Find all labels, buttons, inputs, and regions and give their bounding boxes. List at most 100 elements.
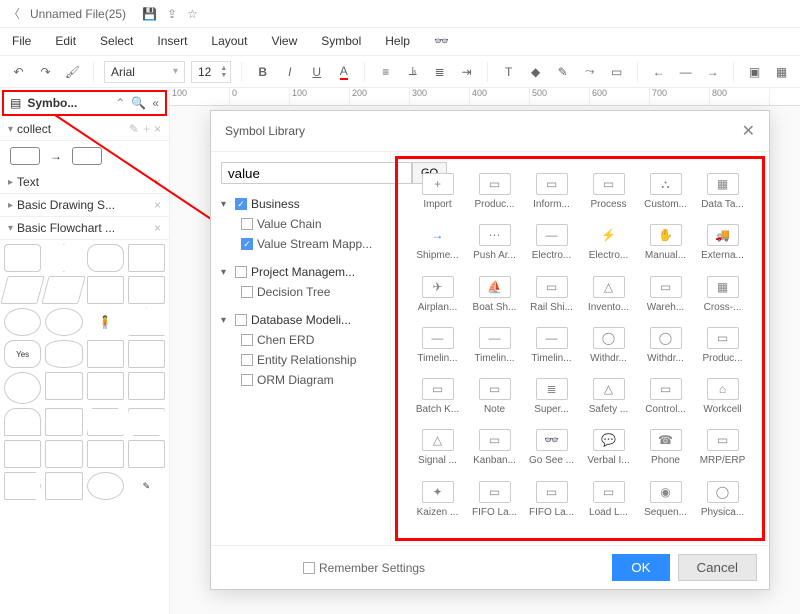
menu-edit[interactable]: Edit xyxy=(55,34,76,49)
shape[interactable] xyxy=(45,408,82,436)
symbol-item[interactable]: ▭Control... xyxy=(638,376,693,423)
symbol-item[interactable]: 👓Go See ... xyxy=(524,427,579,474)
symbol-item[interactable]: ▭Wareh... xyxy=(638,274,693,321)
italic-icon[interactable]: I xyxy=(279,61,300,83)
shape[interactable]: Yes xyxy=(4,340,41,368)
symbol-item[interactable]: ◯Physica... xyxy=(695,479,750,526)
sidebar-text[interactable]: ▸Text× xyxy=(0,171,169,194)
shape[interactable] xyxy=(87,440,124,468)
symbol-item[interactable]: ⛬Custom... xyxy=(638,171,693,218)
symbol-item[interactable]: ▭Inform... xyxy=(524,171,579,218)
shape[interactable] xyxy=(128,244,165,272)
shape[interactable] xyxy=(4,372,41,404)
shape[interactable] xyxy=(87,244,124,272)
close-icon[interactable]: ✕ xyxy=(742,121,755,141)
menu-view[interactable]: View xyxy=(271,34,297,49)
tree-project[interactable]: ▾Project Managem... xyxy=(221,262,380,282)
shape[interactable] xyxy=(128,440,165,468)
shape[interactable] xyxy=(45,244,82,272)
menu-insert[interactable]: Insert xyxy=(157,34,187,49)
symbol-item[interactable]: ▭Produc... xyxy=(695,325,750,372)
symbol-item[interactable]: ◯Withdr... xyxy=(638,325,693,372)
shape[interactable] xyxy=(128,340,165,368)
symbol-item[interactable]: ▭Note xyxy=(467,376,522,423)
cancel-button[interactable]: Cancel xyxy=(678,554,758,581)
line-style-icon[interactable]: — xyxy=(675,61,696,83)
export-icon[interactable]: ⇪ xyxy=(167,7,177,21)
tree-orm[interactable]: ORM Diagram xyxy=(221,370,380,390)
collect-shape-2[interactable] xyxy=(72,147,102,165)
image-icon[interactable]: ▣ xyxy=(744,61,765,83)
tree-database[interactable]: ▾Database Modeli... xyxy=(221,310,380,330)
shape[interactable] xyxy=(0,276,45,304)
symbol-item[interactable]: ▦Cross-... xyxy=(695,274,750,321)
symbol-item[interactable]: ⛵Boat Sh... xyxy=(467,274,522,321)
shape[interactable] xyxy=(45,372,82,400)
shape[interactable] xyxy=(45,340,82,368)
shape[interactable] xyxy=(4,244,41,272)
shape[interactable] xyxy=(128,372,165,400)
symbol-item[interactable]: ≣Super... xyxy=(524,376,579,423)
tree-chen[interactable]: Chen ERD xyxy=(221,330,380,350)
symbol-item[interactable]: ⌂Workcell xyxy=(695,376,750,423)
indent-icon[interactable]: ⇥ xyxy=(456,61,477,83)
menu-symbol[interactable]: Symbol xyxy=(321,34,361,49)
tree-value-chain[interactable]: Value Chain xyxy=(221,214,380,234)
symbol-item[interactable]: ✦Kaizen ... xyxy=(410,479,465,526)
shape[interactable]: ✎ xyxy=(128,472,165,500)
shape[interactable] xyxy=(87,372,124,400)
tree-business[interactable]: ▾Business xyxy=(221,194,380,214)
shape[interactable] xyxy=(4,408,41,436)
pen-icon[interactable]: ✎ xyxy=(552,61,573,83)
symbol-item[interactable]: —Electro... xyxy=(524,222,579,269)
symbol-item[interactable]: ✋Manual... xyxy=(638,222,693,269)
glasses-icon[interactable]: 👓 xyxy=(434,34,449,49)
symbol-item[interactable]: ▭Load L... xyxy=(581,479,636,526)
symbol-item[interactable]: →Shipme... xyxy=(410,222,465,269)
symbol-item[interactable]: 💬Verbal I... xyxy=(581,427,636,474)
sidebar-basic-drawing[interactable]: ▸Basic Drawing S...× xyxy=(0,194,169,217)
search-input[interactable] xyxy=(221,162,412,184)
symbol-item[interactable]: +Import xyxy=(410,171,465,218)
bold-icon[interactable]: B xyxy=(252,61,273,83)
menu-select[interactable]: Select xyxy=(100,34,133,49)
font-color-icon[interactable]: A xyxy=(333,61,354,83)
fontsize-stepper[interactable]: 12 ▲▼ xyxy=(191,61,231,83)
collect-shape-1[interactable] xyxy=(10,147,40,165)
textbox-icon[interactable]: T xyxy=(498,61,519,83)
menu-help[interactable]: Help xyxy=(385,34,410,49)
symbol-item[interactable]: ▭Process xyxy=(581,171,636,218)
shape[interactable] xyxy=(87,340,124,368)
format-paint-icon[interactable]: 🖌 xyxy=(62,61,83,83)
shape-icon[interactable]: ▭ xyxy=(606,61,627,83)
edit-icon[interactable]: ✎ xyxy=(129,122,139,136)
shape[interactable] xyxy=(87,276,124,304)
tree-decision[interactable]: Decision Tree xyxy=(221,282,380,302)
collapse-icon[interactable]: « xyxy=(152,96,159,110)
sidebar-collect[interactable]: ▾collect ✎ + × xyxy=(0,118,169,141)
arrow-start-icon[interactable]: ← xyxy=(648,61,669,83)
symbol-item[interactable]: —Timelin... xyxy=(410,325,465,372)
arrow-end-icon[interactable]: → xyxy=(702,61,723,83)
symbol-item[interactable]: ⚡Electro... xyxy=(581,222,636,269)
symbol-item[interactable]: ▭Batch K... xyxy=(410,376,465,423)
ok-button[interactable]: OK xyxy=(612,554,669,581)
symbol-item[interactable]: ⋯Push Ar... xyxy=(467,222,522,269)
save-icon[interactable]: 💾 xyxy=(142,7,157,21)
symbol-item[interactable]: ▭MRP/ERP xyxy=(695,427,750,474)
fill-icon[interactable]: ◆ xyxy=(525,61,546,83)
shape[interactable] xyxy=(128,408,165,436)
symbol-item[interactable]: 🚚Externa... xyxy=(695,222,750,269)
menu-layout[interactable]: Layout xyxy=(211,34,247,49)
underline-icon[interactable]: U xyxy=(306,61,327,83)
shape[interactable] xyxy=(45,308,82,336)
symbol-item[interactable]: ◯Withdr... xyxy=(581,325,636,372)
remember-checkbox[interactable]: Remember Settings xyxy=(303,561,425,575)
shape[interactable] xyxy=(128,276,165,304)
symbol-item[interactable]: —Timelin... xyxy=(524,325,579,372)
symbol-item[interactable]: ▭Rail Shi... xyxy=(524,274,579,321)
shape[interactable] xyxy=(45,440,82,468)
symbol-item[interactable]: △Invento... xyxy=(581,274,636,321)
back-icon[interactable]: 〈 xyxy=(8,5,20,22)
align-icon[interactable]: ≡ xyxy=(375,61,396,83)
